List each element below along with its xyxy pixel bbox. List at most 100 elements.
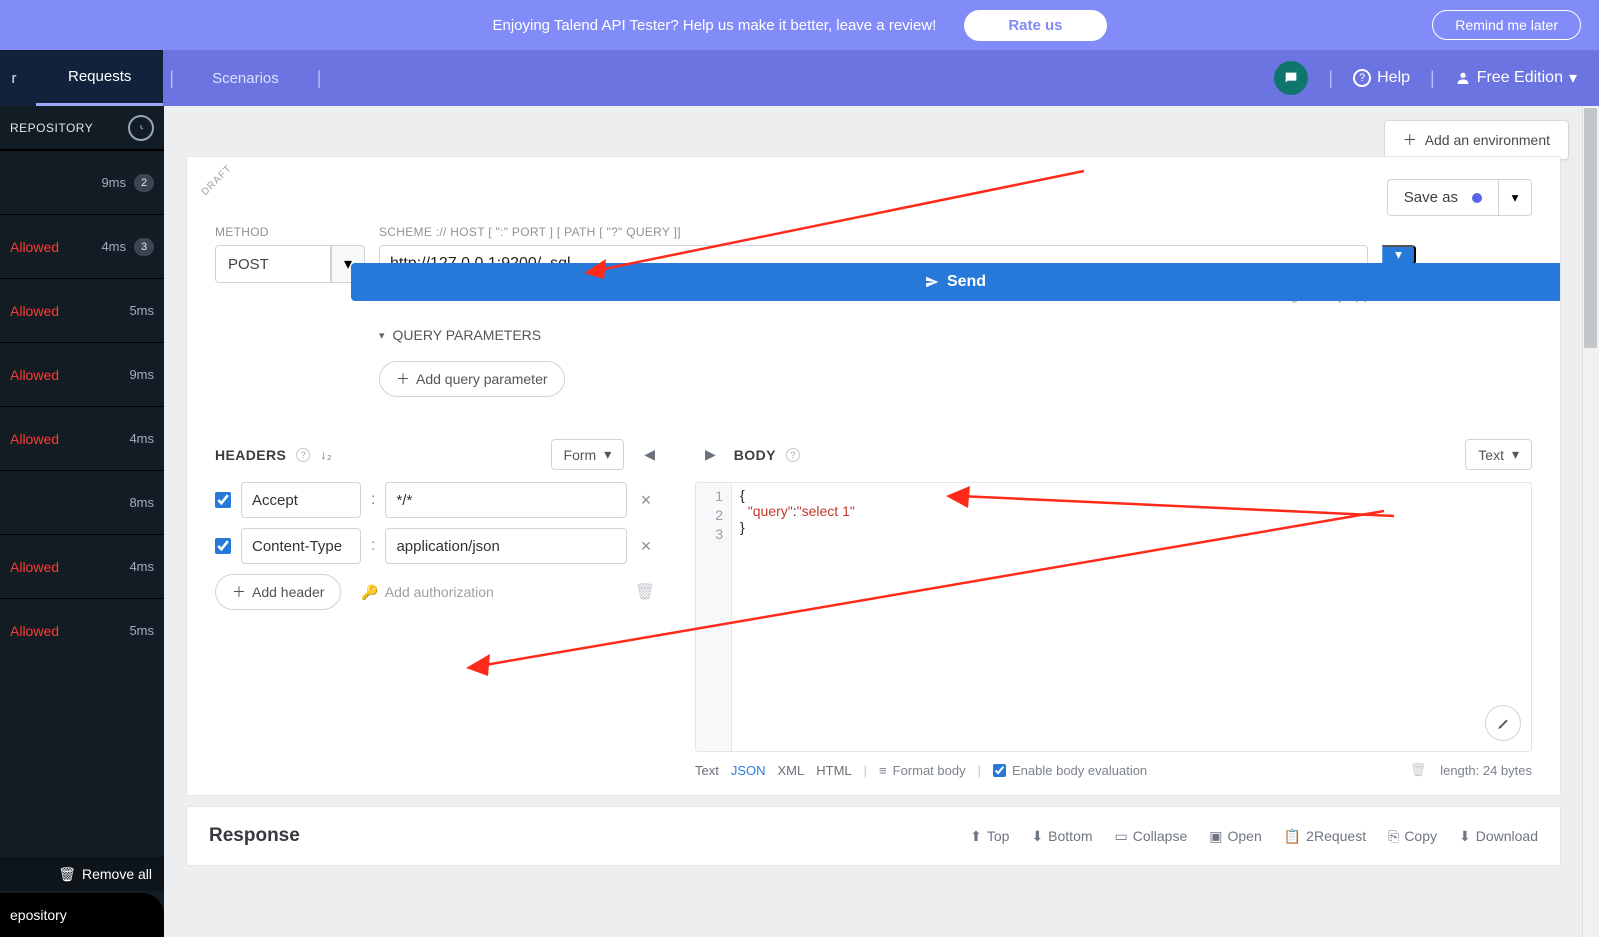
body-mode-label: Text (1478, 447, 1504, 463)
user-icon (1455, 70, 1471, 86)
format-body-label: Format body (893, 763, 966, 778)
save-as-dropdown[interactable]: ▾ (1498, 179, 1532, 216)
trash-icon: 🗑 (58, 866, 76, 883)
history-item[interactable]: Allowed 9ms (0, 342, 164, 406)
history-status: Allowed (10, 367, 59, 383)
remove-header-icon[interactable]: × (637, 536, 655, 557)
history-item[interactable]: 9ms 2 (0, 150, 164, 214)
format-body-button[interactable]: ≡Format body (879, 763, 966, 778)
colon: : (371, 491, 375, 509)
enable-eval-checkbox[interactable] (993, 764, 1006, 777)
scrollbar[interactable] (1582, 106, 1599, 937)
send-button[interactable]: Send (351, 263, 1560, 301)
enable-eval-toggle[interactable]: Enable body evaluation (993, 763, 1147, 778)
spacer (1382, 225, 1532, 239)
save-as-label: Save as (1404, 189, 1458, 206)
draft-ribbon: DRAFT (187, 157, 257, 227)
sidebar-bottom-tab[interactable]: epository (0, 893, 164, 937)
send-icon (925, 275, 939, 289)
chevron-down-icon: ▾ (1512, 190, 1519, 206)
sort-icon[interactable]: ↓₂ (320, 447, 332, 462)
top-nav: r Requests | Scenarios | | ? Help | Free… (0, 50, 1599, 106)
body-format-html[interactable]: HTML (816, 763, 851, 778)
history-item[interactable]: Allowed 4ms (0, 534, 164, 598)
history-duration: 4ms (129, 431, 154, 446)
header-enabled-checkbox[interactable] (215, 492, 231, 508)
response-collapse[interactable]: ▭ Collapse (1115, 828, 1188, 845)
response-download[interactable]: ⬇ Download (1459, 828, 1538, 845)
method-select[interactable]: POST ▾ (215, 245, 365, 283)
header-enabled-checkbox[interactable] (215, 538, 231, 554)
qp-title: QUERY PARAMETERS (393, 327, 542, 343)
send-dropdown[interactable]: ▾ (1382, 245, 1416, 265)
add-environment-button[interactable]: ＋ Add an environment (1384, 120, 1569, 160)
trash-icon[interactable]: 🗑 (1410, 762, 1427, 778)
save-as-button[interactable]: Save as (1387, 179, 1498, 216)
headers-view-label: Form (564, 447, 597, 463)
gutter: 123 (696, 483, 732, 751)
history-item[interactable]: Allowed 4ms 3 (0, 214, 164, 278)
nav-divider: | (169, 68, 174, 89)
add-env-label: Add an environment (1425, 132, 1550, 148)
tab-requests[interactable]: Requests (36, 50, 163, 106)
chevron-down-icon: ▾ (604, 446, 611, 463)
help-icon[interactable]: ? (786, 448, 800, 462)
remove-all-button[interactable]: 🗑 Remove all (0, 857, 164, 891)
feedback-icon[interactable] (1274, 61, 1308, 95)
history-item[interactable]: Allowed 5ms (0, 598, 164, 662)
response-top[interactable]: ⬆ Top (970, 828, 1009, 845)
body-format-xml[interactable]: XML (778, 763, 805, 778)
method-value: POST (215, 245, 331, 283)
header-value-input[interactable] (385, 528, 627, 564)
triangle-down-icon: ▾ (379, 329, 385, 342)
response-bottom[interactable]: ⬇ Bottom (1031, 828, 1092, 845)
scrollbar-thumb[interactable] (1584, 108, 1597, 348)
history-item[interactable]: 8ms (0, 470, 164, 534)
collapse-left-icon[interactable]: ◀ (644, 446, 655, 463)
history-status: Allowed (10, 239, 59, 255)
main-area: ＋ Add an environment DRAFT Save as ▾ MET… (164, 106, 1599, 937)
chevron-down-icon: ▾ (1512, 446, 1519, 463)
body-format-json[interactable]: JSON (731, 763, 766, 778)
body-editor[interactable]: 123 { "query":"select 1" } (695, 482, 1532, 752)
colon: : (371, 537, 375, 555)
history-icon[interactable] (128, 115, 154, 141)
add-query-parameter-button[interactable]: ＋ Add query parameter (379, 361, 565, 397)
body-mode-dropdown[interactable]: Text ▾ (1465, 439, 1532, 470)
rate-us-button[interactable]: Rate us (964, 10, 1106, 41)
help-link[interactable]: ? Help (1353, 69, 1410, 87)
separator: | (864, 763, 867, 778)
body-format-text[interactable]: Text (695, 763, 719, 778)
history-badge: 3 (134, 238, 154, 256)
help-icon[interactable]: ? (296, 448, 310, 462)
clear-headers-icon[interactable]: 🗑 (635, 582, 655, 602)
remove-header-icon[interactable]: × (637, 490, 655, 511)
header-name-input[interactable] (241, 528, 361, 564)
collapse-right-icon[interactable]: ▶ (705, 446, 716, 463)
headers-title: HEADERS (215, 447, 286, 463)
magic-wand-button[interactable] (1485, 705, 1521, 741)
header-value-input[interactable] (385, 482, 627, 518)
history-badge: 2 (134, 174, 154, 192)
tab-scenarios[interactable]: Scenarios (180, 50, 311, 106)
tab-left-edge[interactable]: r (0, 50, 36, 106)
header-name-input[interactable] (241, 482, 361, 518)
query-parameters-toggle[interactable]: ▾ QUERY PARAMETERS (379, 319, 1532, 351)
body-title: BODY (734, 447, 776, 463)
add-authorization-button[interactable]: 🔑 Add authorization (361, 584, 493, 601)
add-header-button[interactable]: ＋ Add header (215, 574, 341, 610)
history-item[interactable]: Allowed 4ms (0, 406, 164, 470)
help-label: Help (1377, 69, 1410, 87)
scheme-label: SCHEME :// HOST [ ":" PORT ] [ PATH [ "?… (379, 225, 1368, 239)
response-2request[interactable]: 📋 2Request (1284, 828, 1366, 845)
save-as-group: Save as ▾ (1387, 179, 1532, 216)
history-status: Allowed (10, 623, 59, 639)
remind-later-button[interactable]: Remind me later (1432, 10, 1581, 40)
history-item[interactable]: Allowed 5ms (0, 278, 164, 342)
headers-view-dropdown[interactable]: Form ▾ (551, 439, 625, 470)
history-duration: 4ms (129, 559, 154, 574)
promo-banner: Enjoying Talend API Tester? Help us make… (0, 0, 1599, 50)
edition-menu[interactable]: Free Edition ▾ (1455, 68, 1577, 88)
response-copy[interactable]: ⎘ Copy (1388, 828, 1437, 845)
response-open[interactable]: ▣ Open (1209, 828, 1261, 845)
